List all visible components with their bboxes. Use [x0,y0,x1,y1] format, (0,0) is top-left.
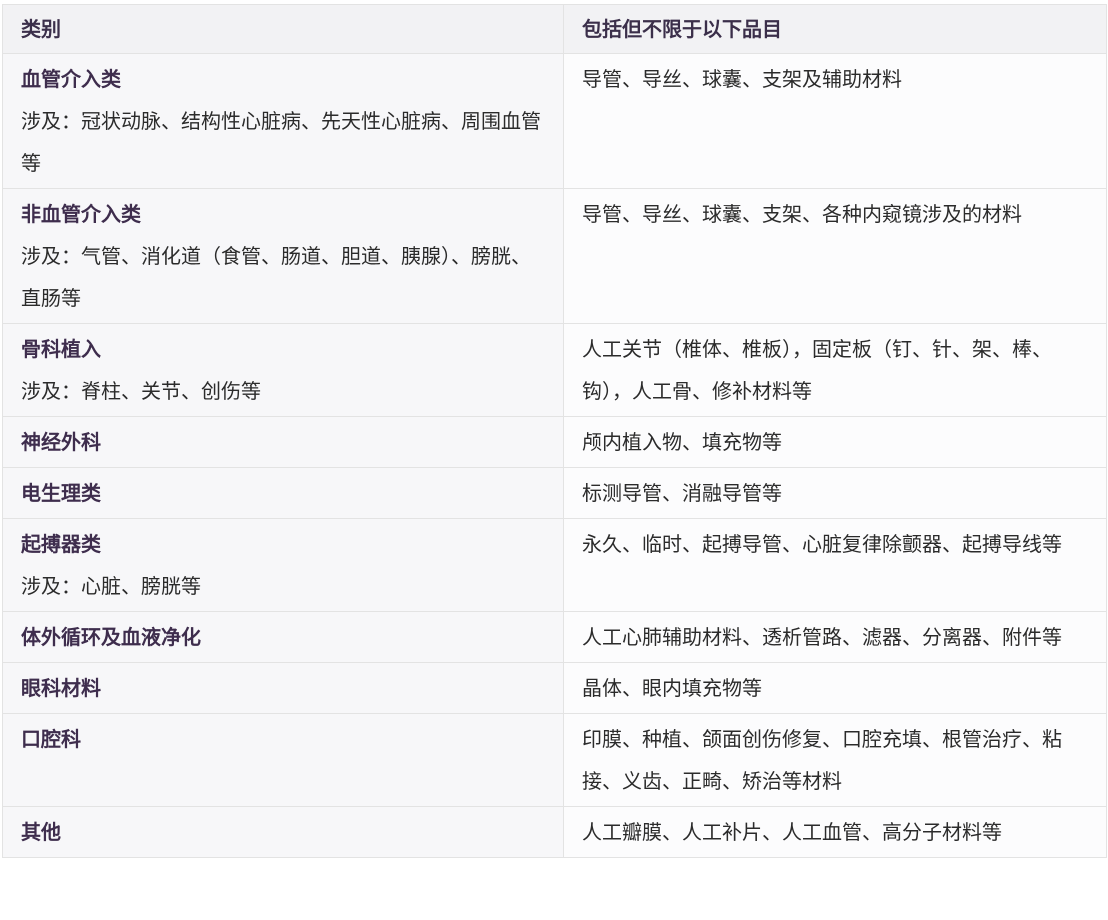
category-scope: 涉及：脊柱、关节、创伤等 [21,379,261,403]
items-cell: 颅内植入物、填充物等 [563,416,1107,468]
category-title: 口腔科 [21,727,81,751]
items-cell: 人工瓣膜、人工补片、人工血管、高分子材料等 [563,806,1107,858]
items-cell: 晶体、眼内填充物等 [563,662,1107,714]
table-row: 非血管介入类 涉及：气管、消化道（食管、肠道、胆道、胰腺）、膀胱、直肠等 导管、… [2,188,1107,324]
category-cell: 神经外科 [2,416,564,468]
category-title: 非血管介入类 [21,202,141,226]
category-title: 其他 [21,820,61,844]
items-cell: 人工心肺辅助材料、透析管路、滤器、分离器、附件等 [563,611,1107,663]
category-cell: 电生理类 [2,467,564,519]
items-cell: 永久、临时、起搏导管、心脏复律除颤器、起搏导线等 [563,518,1107,612]
items-cell: 人工关节（椎体、椎板），固定板（钉、针、架、棒、钩），人工骨、修补材料等 [563,323,1107,417]
content-area: 类别 包括但不限于以下品目 血管介入类 涉及：冠状动脉、结构性心脏病、先天性心脏… [0,0,1108,920]
items-cell: 印膜、种植、颌面创伤修复、口腔充填、根管治疗、粘接、义齿、正畸、矫治等材料 [563,713,1107,807]
table-row: 口腔科 印膜、种植、颌面创伤修复、口腔充填、根管治疗、粘接、义齿、正畸、矫治等材… [2,713,1107,807]
category-scope: 涉及：冠状动脉、结构性心脏病、先天性心脏病、周围血管等 [21,109,541,175]
table-row: 其他 人工瓣膜、人工补片、人工血管、高分子材料等 [2,806,1107,858]
table-row: 骨科植入 涉及：脊柱、关节、创伤等 人工关节（椎体、椎板），固定板（钉、针、架、… [2,323,1107,417]
table-row: 血管介入类 涉及：冠状动脉、结构性心脏病、先天性心脏病、周围血管等 导管、导丝、… [2,53,1107,189]
category-cell: 血管介入类 涉及：冠状动脉、结构性心脏病、先天性心脏病、周围血管等 [2,53,564,189]
category-title: 电生理类 [21,481,101,505]
category-scope: 涉及：心脏、膀胱等 [21,574,201,598]
table-row: 电生理类 标测导管、消融导管等 [2,467,1107,519]
table-row: 眼科材料 晶体、眼内填充物等 [2,662,1107,714]
category-title: 骨科植入 [21,337,101,361]
category-cell: 非血管介入类 涉及：气管、消化道（食管、肠道、胆道、胰腺）、膀胱、直肠等 [2,188,564,324]
category-cell: 骨科植入 涉及：脊柱、关节、创伤等 [2,323,564,417]
category-title: 体外循环及血液净化 [21,625,201,649]
items-cell: 标测导管、消融导管等 [563,467,1107,519]
category-title: 眼科材料 [21,676,101,700]
category-title: 神经外科 [21,430,101,454]
category-cell: 口腔科 [2,713,564,807]
category-cell: 体外循环及血液净化 [2,611,564,663]
category-title: 起搏器类 [21,532,101,556]
medical-consumables-table: 类别 包括但不限于以下品目 血管介入类 涉及：冠状动脉、结构性心脏病、先天性心脏… [2,4,1107,858]
table-row: 体外循环及血液净化 人工心肺辅助材料、透析管路、滤器、分离器、附件等 [2,611,1107,663]
category-cell: 其他 [2,806,564,858]
header-category: 类别 [2,4,564,54]
category-title: 血管介入类 [21,67,121,91]
category-scope: 涉及：气管、消化道（食管、肠道、胆道、胰腺）、膀胱、直肠等 [21,244,531,310]
table-row: 神经外科 颅内植入物、填充物等 [2,416,1107,468]
category-cell: 起搏器类 涉及：心脏、膀胱等 [2,518,564,612]
table-row: 起搏器类 涉及：心脏、膀胱等 永久、临时、起搏导管、心脏复律除颤器、起搏导线等 [2,518,1107,612]
items-cell: 导管、导丝、球囊、支架、各种内窥镜涉及的材料 [563,188,1107,324]
items-cell: 导管、导丝、球囊、支架及辅助材料 [563,53,1107,189]
category-cell: 眼科材料 [2,662,564,714]
header-items: 包括但不限于以下品目 [563,4,1107,54]
table-header-row: 类别 包括但不限于以下品目 [2,4,1107,54]
